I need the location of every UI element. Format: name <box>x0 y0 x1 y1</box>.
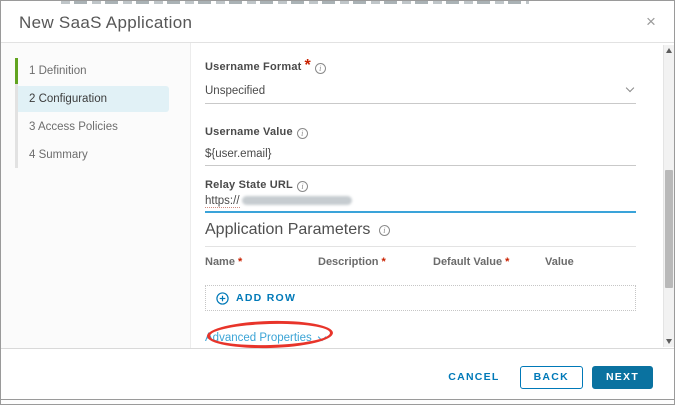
info-icon[interactable]: i <box>378 225 390 236</box>
new-saas-application-dialog: New SaaS Application × 1 Definition 2 Co… <box>1 4 674 400</box>
required-marker: * <box>304 57 311 74</box>
relay-state-url-text: https:// <box>205 195 240 208</box>
application-parameters-title: Application Parameters <box>205 221 371 238</box>
step-label: 4 Summary <box>29 149 88 161</box>
step-access-policies[interactable]: 3 Access Policies <box>1 114 190 140</box>
configuration-form: Username Format * i Unspecified Username V… <box>191 43 674 350</box>
username-value-label-row: Username Value i <box>205 122 636 140</box>
step-definition[interactable]: 1 Definition <box>1 58 190 84</box>
relay-state-url-input[interactable]: https:// <box>205 191 636 213</box>
required-marker: * <box>505 256 510 268</box>
application-parameters-heading: Application Parameters i <box>205 221 636 247</box>
chevron-down-icon <box>317 332 327 341</box>
column-value: Value <box>545 256 574 268</box>
username-value-label: Username Value <box>205 126 293 138</box>
scrollbar-thumb[interactable] <box>665 170 673 288</box>
column-name: Name * <box>205 256 243 268</box>
username-value-text: ${user.email} <box>205 148 272 160</box>
username-format-select[interactable]: Unspecified <box>205 81 636 104</box>
close-icon[interactable]: × <box>641 12 661 32</box>
chevron-down-icon <box>625 83 635 93</box>
step-summary[interactable]: 4 Summary <box>1 142 190 168</box>
next-button[interactable]: NEXT <box>591 365 653 389</box>
advanced-properties-label: Advanced Properties <box>205 332 312 344</box>
back-button[interactable]: BACK <box>519 365 583 389</box>
required-marker: * <box>381 256 386 268</box>
redacted-url-blur <box>241 196 352 205</box>
column-description: Description * <box>318 256 386 268</box>
info-icon[interactable]: i <box>314 63 326 74</box>
username-format-label-row: Username Format * i <box>205 57 636 75</box>
scroll-up-icon[interactable] <box>666 48 672 53</box>
relay-state-url-label: Relay State URL <box>205 179 293 191</box>
step-label: 2 Configuration <box>29 93 107 105</box>
dialog-body: 1 Definition 2 Configuration 3 Access Po… <box>1 43 674 350</box>
username-format-value: Unspecified <box>205 85 266 97</box>
add-row-label: ADD ROW <box>236 292 297 304</box>
step-label: 3 Access Policies <box>29 121 118 133</box>
username-value-input[interactable]: ${user.email} <box>205 144 636 166</box>
scroll-down-icon[interactable] <box>666 339 672 344</box>
background-page-sliver-bottom <box>1 400 674 404</box>
plus-circle-icon <box>216 291 229 305</box>
column-default-value: Default Value * <box>433 256 510 268</box>
parameters-header-row: Name * Description * Default Value * Value <box>205 256 636 268</box>
required-marker: * <box>237 256 243 268</box>
step-label: 1 Definition <box>29 65 87 77</box>
dialog-header: New SaaS Application × <box>1 4 674 43</box>
wizard-step-nav: 1 Definition 2 Configuration 3 Access Po… <box>1 43 191 348</box>
dialog-title: New SaaS Application <box>19 13 193 32</box>
cancel-button[interactable]: CANCEL <box>442 371 505 383</box>
dialog-footer: CANCEL BACK NEXT <box>1 348 674 399</box>
footer-buttons: CANCEL BACK NEXT <box>442 365 653 389</box>
screenshot-frame: New SaaS Application × 1 Definition 2 Co… <box>0 0 675 405</box>
vertical-scrollbar[interactable] <box>663 45 674 347</box>
info-icon[interactable]: i <box>296 128 308 139</box>
add-row-button[interactable]: ADD ROW <box>205 285 636 311</box>
step-configuration[interactable]: 2 Configuration <box>1 86 190 112</box>
advanced-properties-row: Advanced Properties <box>205 319 636 350</box>
advanced-properties-toggle[interactable]: Advanced Properties <box>205 332 327 344</box>
username-format-label: Username Format <box>205 61 302 73</box>
